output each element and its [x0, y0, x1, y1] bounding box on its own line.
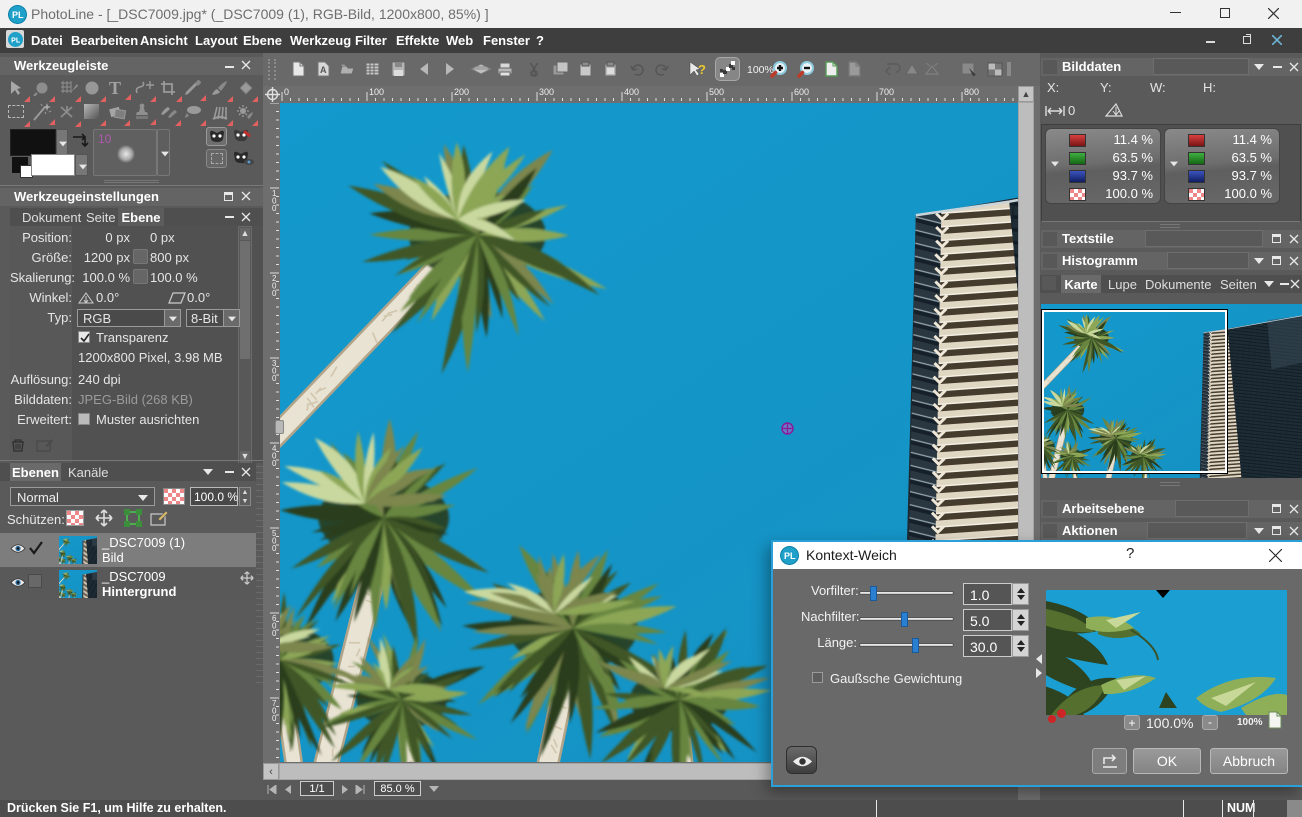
- svg-text:PL: PL: [12, 10, 24, 20]
- svg-text:PL: PL: [11, 36, 21, 44]
- svg-text:200: 200: [454, 87, 469, 97]
- svg-text:700: 700: [879, 87, 894, 97]
- svg-text:A: A: [320, 65, 327, 75]
- svg-text:0: 0: [284, 87, 289, 97]
- svg-text:?: ?: [698, 62, 706, 77]
- svg-text:400: 400: [624, 87, 639, 97]
- svg-text:800: 800: [964, 87, 979, 97]
- svg-text:300: 300: [539, 87, 554, 97]
- svg-text:500: 500: [709, 87, 724, 97]
- svg-text:600: 600: [794, 87, 809, 97]
- svg-text:100: 100: [369, 87, 384, 97]
- svg-text:PL: PL: [784, 551, 796, 561]
